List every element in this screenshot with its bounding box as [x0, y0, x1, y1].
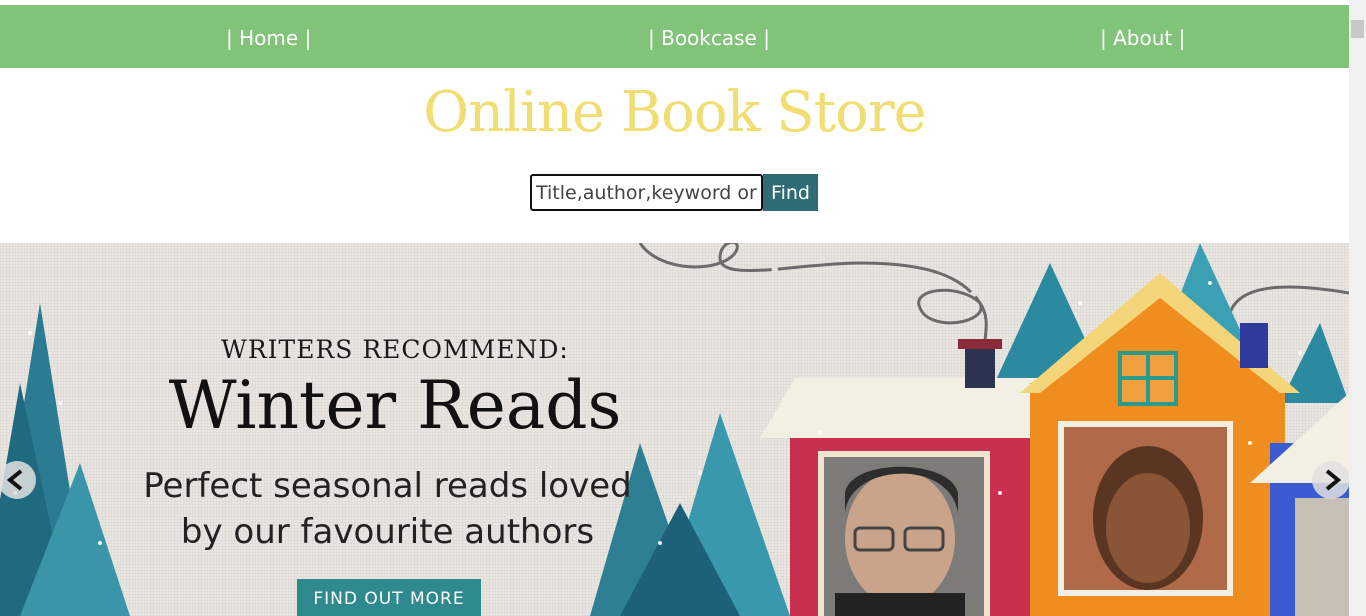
- banner-subtitle-line-1: Perfect seasonal reads loved: [143, 466, 632, 506]
- banner-headline: Winter Reads: [168, 367, 622, 444]
- decorative-line: [638, 243, 988, 344]
- page-title: Online Book Store: [423, 80, 927, 145]
- scrollbar-thumb[interactable]: [1351, 20, 1364, 38]
- vertical-scrollbar[interactable]: [1349, 0, 1366, 616]
- chevron-left-icon: [6, 469, 23, 491]
- find-out-more-button[interactable]: FIND OUT MORE: [297, 579, 481, 616]
- carousel-prev-button[interactable]: [0, 461, 36, 499]
- top-nav: | Home | | Bookcase | | About |: [0, 5, 1349, 68]
- chevron-right-icon: [1325, 469, 1342, 491]
- nav-link-home[interactable]: | Home |: [226, 5, 311, 68]
- red-house-illustration: [760, 339, 1050, 616]
- search-input[interactable]: [530, 174, 763, 211]
- find-button[interactable]: Find: [763, 174, 818, 211]
- nav-link-about[interactable]: | About |: [1100, 5, 1185, 68]
- promo-banner[interactable]: WRITERS RECOMMEND: Winter Reads Perfect …: [0, 243, 1349, 616]
- banner-overline: WRITERS RECOMMEND:: [221, 335, 569, 364]
- nav-link-bookcase[interactable]: | Bookcase |: [648, 5, 770, 68]
- carousel-next-button[interactable]: [1312, 461, 1349, 499]
- banner-subtitle-line-2: by our favourite authors: [180, 512, 595, 552]
- banner-subtitle: Perfect seasonal reads loved by our favo…: [0, 463, 775, 555]
